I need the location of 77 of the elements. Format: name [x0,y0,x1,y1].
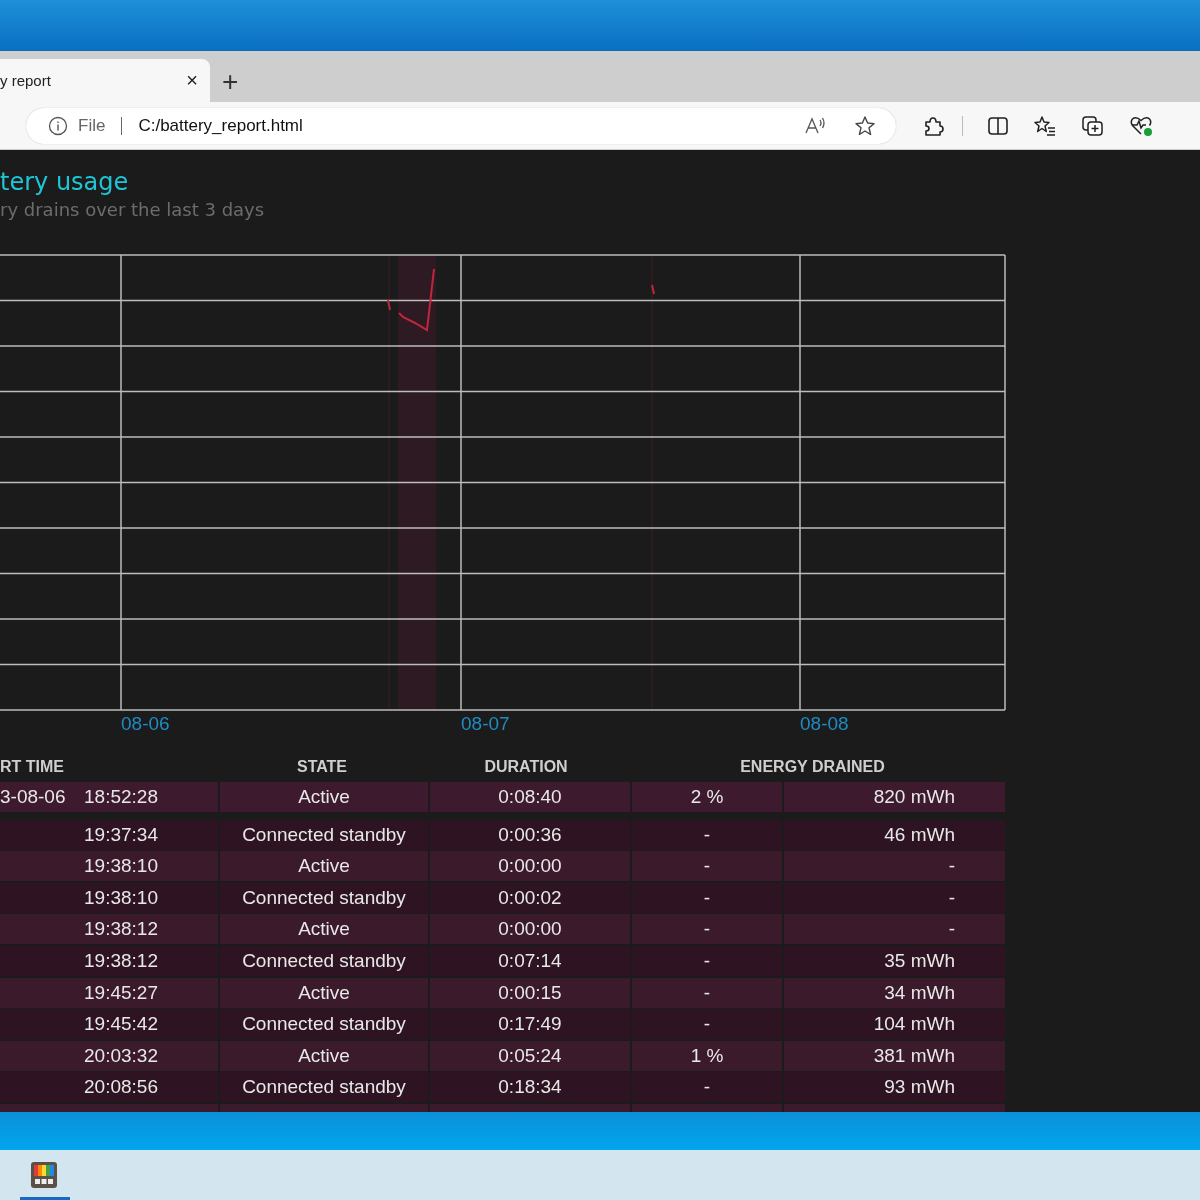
table-cell: 46 mWh [784,819,1005,850]
table-cell: 35 mWh [784,945,1005,976]
date-axis-label: 08-06 [121,712,170,736]
time-text: 18:52:28 [84,784,158,809]
date-axis-label: 08-08 [800,712,849,736]
table-cell: 1 % [632,1040,782,1071]
table-cell: - [784,882,1005,913]
table-cell: 0:00:36 [430,819,630,850]
favorite-star-icon[interactable] [854,114,876,137]
address-bar[interactable]: File C:/battery_report.html [26,107,896,144]
column-header: ENERGY DRAINED [740,758,885,775]
table-cell: - [632,1072,782,1103]
time-text: 19:38:12 [84,917,158,942]
table-cell: 0:07:14 [430,945,630,976]
table-cell: Connected standby [220,945,428,976]
table-cell: 0:18:34 [430,1072,630,1103]
table-cell: - [632,977,782,1008]
time-text: 19:45:27 [84,980,158,1005]
scheme-label: File [78,115,106,136]
color-palette-app-icon[interactable] [30,1161,58,1189]
table-cell: - [784,914,1005,945]
table-cell: 2 % [632,781,782,812]
column-header: RT TIME [0,758,64,775]
table-cell: - [632,851,782,882]
table-cell: Active [220,914,428,945]
section-title: tery usage [0,167,130,198]
table-cell: 381 mWh [784,1040,1005,1071]
table-cell: Active [220,977,428,1008]
time-text: 20:08:56 [84,1075,158,1100]
time-text: 20:03:32 [84,1043,158,1068]
table-cell: 0:08:40 [430,781,630,812]
table-cell: 0:17:49 [430,1009,630,1040]
time-text: 19:38:12 [84,948,158,973]
table-cell: Active [220,1040,428,1071]
running-indicator [20,1197,70,1200]
table-cell: - [632,882,782,913]
table-cell: 0:00:00 [430,851,630,882]
table-cell: Connected standby [220,1072,428,1103]
table-cell: - [632,1009,782,1040]
table-cell: Active [220,851,428,882]
column-header: STATE [296,758,348,775]
url-text: C:/battery_report.html [138,115,303,136]
table-cell: Active [220,781,428,812]
puzzle-icon[interactable] [922,114,944,137]
time-text: 19:37:34 [84,822,158,847]
time-text: 19:45:42 [84,1012,158,1037]
table-cell: 104 mWh [784,1009,1005,1040]
table-cell: 0:05:24 [430,1040,630,1071]
time-text: 19:38:10 [84,854,158,879]
table-cell: Connected standby [220,1009,428,1040]
split-screen-icon[interactable] [987,114,1009,137]
table-cell: - [632,945,782,976]
column-header: DURATION [484,758,568,775]
info-icon[interactable] [48,115,68,136]
section-subtitle: ry drains over the last 3 days [0,198,266,222]
table-cell: - [632,819,782,850]
table-cell: 34 mWh [784,977,1005,1008]
close-tab-button[interactable]: × [186,69,198,92]
table-cell: Connected standby [220,819,428,850]
tab-title: y report [0,72,51,89]
browser-tab[interactable]: y report × [0,59,210,102]
table-cell: Connected standby [220,882,428,913]
favorites-list-icon[interactable] [1033,114,1057,137]
new-tab-button[interactable]: + [222,68,239,96]
table-cell: 93 mWh [784,1072,1005,1103]
table-cell: 0:00:15 [430,977,630,1008]
table-cell: 0:00:00 [430,914,630,945]
table-cell: 820 mWh [784,781,1005,812]
time-text: 19:38:10 [84,885,158,910]
date-text: 3-08-06 [0,784,66,809]
collections-icon[interactable] [1081,114,1105,137]
health-icon[interactable] [1129,114,1153,137]
table-cell: - [784,851,1005,882]
table-cell: - [632,914,782,945]
table-cell: 0:00:02 [430,882,630,913]
read-aloud-icon[interactable] [804,115,826,136]
date-axis-label: 08-07 [461,712,510,736]
